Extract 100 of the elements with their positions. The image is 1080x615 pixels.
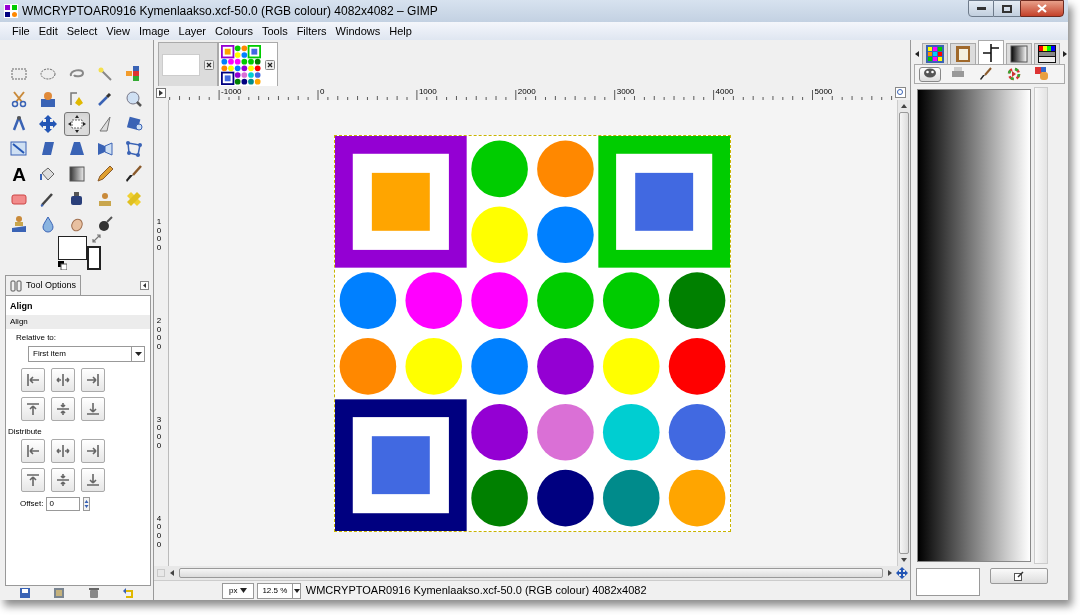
menu-item[interactable]: Select xyxy=(62,22,102,40)
align-button[interactable] xyxy=(21,367,45,392)
toolbar-toggle[interactable] xyxy=(919,66,941,82)
menu-item[interactable]: View xyxy=(102,22,134,40)
offset-field[interactable]: 0 xyxy=(46,496,81,511)
delete-icon[interactable] xyxy=(88,588,99,598)
menu-item[interactable]: Help xyxy=(385,22,416,40)
align-button[interactable] xyxy=(51,467,75,492)
align-button[interactable] xyxy=(51,367,75,392)
gradient-swatch-icon xyxy=(1010,45,1028,63)
menu-item[interactable]: File xyxy=(8,22,34,40)
gradient-icon xyxy=(66,164,87,184)
dock-tab[interactable] xyxy=(1034,43,1060,64)
unit-dropdown[interactable]: px xyxy=(221,582,254,599)
scale-icon xyxy=(9,139,29,159)
ruler-label: 3000 xyxy=(156,415,163,451)
menu-item[interactable]: Image xyxy=(134,22,174,40)
relative-to-dropdown[interactable]: First item xyxy=(28,345,145,362)
ruler-label: 1000 xyxy=(418,87,437,96)
align-bottom-icon xyxy=(85,400,101,417)
spin-arrows-icon[interactable] xyxy=(83,496,91,511)
ruler-label: -1000 xyxy=(220,87,242,96)
swap-icon[interactable] xyxy=(92,234,101,243)
rotate-icon xyxy=(124,114,145,134)
align-right-icon xyxy=(85,371,101,388)
scrollbar-thumb[interactable] xyxy=(899,112,909,554)
align-left-icon xyxy=(25,442,41,459)
scroll-down-icon[interactable] xyxy=(900,556,908,564)
quick-mask-menu-icon[interactable] xyxy=(155,88,166,98)
field-label: Offset: xyxy=(20,497,44,510)
ruler-label: 5000 xyxy=(814,87,833,96)
align-button[interactable] xyxy=(21,438,45,463)
align-button[interactable] xyxy=(81,467,105,492)
align-button[interactable] xyxy=(51,396,75,421)
panel-title: Align xyxy=(10,300,34,313)
minimize-icon xyxy=(976,7,986,10)
panel-scrollbar[interactable] xyxy=(1034,87,1048,564)
vertical-scrollbar[interactable] xyxy=(897,100,910,566)
window-title: WMCRYPTOAR0916 Kymenlaakso.xcf-50.0 (RGB colour) 4082x4082 – GIMP xyxy=(22,3,438,20)
edit-button[interactable] xyxy=(990,568,1048,584)
dock-tab[interactable] xyxy=(1006,43,1032,64)
scroll-up-icon[interactable] xyxy=(900,102,908,110)
edit-icon xyxy=(1014,571,1024,581)
close-icon[interactable] xyxy=(264,59,275,70)
align-button[interactable] xyxy=(81,367,105,392)
align-button[interactable] xyxy=(21,467,45,492)
scroll-right-icon[interactable] xyxy=(886,569,894,577)
align-center-icon xyxy=(55,442,71,459)
reset-colors-icon[interactable] xyxy=(58,261,67,270)
ruler-label: 2000 xyxy=(517,87,536,96)
menu-arrow-icon[interactable] xyxy=(139,281,149,290)
brush-icon xyxy=(979,67,993,81)
close-icon xyxy=(1037,4,1047,13)
section-label: Distribute xyxy=(8,425,43,438)
align-bottom-icon xyxy=(85,471,101,488)
image-tab[interactable] xyxy=(217,42,278,86)
status-text: WMCRYPTOAR0916 Kymenlaakso.xcf-50.0 (RGB colour) 4082x4082 xyxy=(305,583,647,599)
menu-item[interactable]: Filters xyxy=(292,22,331,40)
brush-name-field[interactable] xyxy=(916,568,980,596)
sliders-icon xyxy=(10,279,22,292)
menu-item[interactable]: Edit xyxy=(34,22,62,40)
zoom-to-fit-icon[interactable] xyxy=(894,87,906,98)
cage-icon xyxy=(124,139,145,159)
align-top-icon xyxy=(25,471,41,488)
background-color-swatch[interactable] xyxy=(87,246,101,270)
image-thumbnail xyxy=(220,44,261,85)
ruler-label: 3000 xyxy=(616,87,635,96)
align-middle-icon xyxy=(55,471,71,488)
section-label: Align xyxy=(6,314,150,329)
scissors-icon xyxy=(9,89,29,109)
tool-options-tab[interactable]: Tool Options xyxy=(5,275,82,295)
flip-icon xyxy=(95,139,116,159)
close-icon[interactable] xyxy=(203,59,214,70)
maximize-button[interactable] xyxy=(994,0,1020,17)
clone-stamp-icon xyxy=(9,214,29,234)
tool-button[interactable]: A xyxy=(6,162,32,186)
save-icon[interactable] xyxy=(20,588,31,598)
horizontal-scrollbar-thumb[interactable] xyxy=(178,568,883,578)
menu-item[interactable]: Layer xyxy=(174,22,211,40)
restore-icon[interactable] xyxy=(54,588,65,598)
foreground-color-swatch[interactable] xyxy=(58,236,87,260)
zoom-dropdown[interactable]: 12.5 % xyxy=(256,582,301,599)
align-button[interactable] xyxy=(81,438,105,463)
align-button[interactable] xyxy=(81,396,105,421)
tool-button[interactable] xyxy=(63,112,90,136)
minimize-button[interactable] xyxy=(968,0,994,17)
reset-icon[interactable] xyxy=(122,588,133,598)
close-button[interactable] xyxy=(1020,0,1064,17)
navigation-icon[interactable] xyxy=(896,567,908,579)
menu-item[interactable]: Windows xyxy=(331,22,385,40)
align-right-icon xyxy=(85,442,101,459)
menu-item[interactable]: Colours xyxy=(211,22,257,40)
align-button[interactable] xyxy=(21,396,45,421)
dock-tab[interactable] xyxy=(978,40,1004,64)
align-button[interactable] xyxy=(51,438,75,463)
menu-item[interactable]: Tools xyxy=(257,22,292,40)
pencil-icon xyxy=(95,164,116,184)
dropdown-arrow-icon xyxy=(291,583,300,598)
align-center-icon xyxy=(55,371,71,388)
maximize-icon xyxy=(1002,4,1012,13)
